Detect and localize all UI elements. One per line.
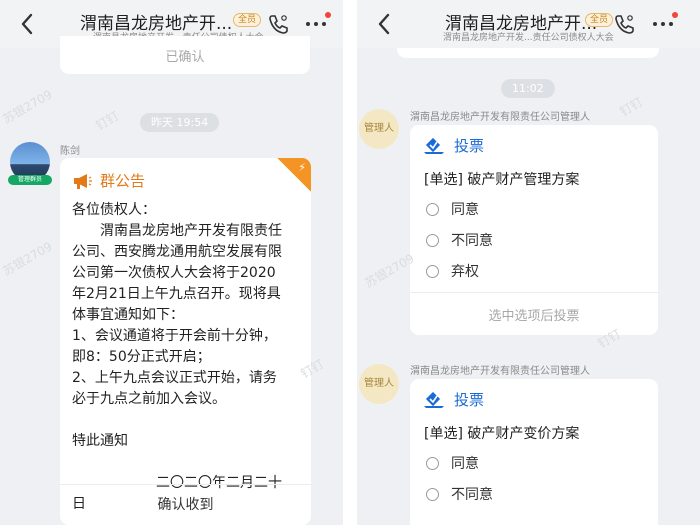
vote-title: 投票 xyxy=(454,391,485,409)
vote-submit-hint[interactable]: 选中选项后投票 xyxy=(410,305,658,324)
more-options-icon[interactable] xyxy=(653,12,678,30)
confirmed-status: 已确认 xyxy=(165,50,205,65)
vote-option[interactable]: 同意 xyxy=(426,199,479,219)
phone-settings-icon[interactable] xyxy=(267,13,289,35)
vote-option-label: 不同意 xyxy=(451,233,493,249)
announcement-line: 公司第一次债权人大会将于2020 xyxy=(72,265,276,281)
vote-option-label: 不同意 xyxy=(451,487,493,503)
announcement-divider xyxy=(60,484,311,485)
vote-option[interactable]: 弃权 xyxy=(426,261,479,281)
chat-header: 渭南昌龙房地产开... 全员 渭南昌龙房地产开发...责任公司债权人大会 xyxy=(357,0,700,48)
manager-avatar[interactable]: 管理人 xyxy=(359,109,399,149)
left-chat-panel: 渭南昌龙房地产开... 全员 渭南昌龙房地产开发...责任公司债权人大会 已确认… xyxy=(0,0,343,525)
vote-card[interactable]: 投票 [单选] 破产财产管理方案 同意 不同意 弃权 选中选项后投票 xyxy=(410,125,658,335)
vote-divider xyxy=(410,292,658,293)
announcement-line: 公司、西安腾龙通用航空发展有限 xyxy=(72,244,282,260)
watermark-text: 钉钉 xyxy=(617,94,646,119)
announcement-line: 年2月21日上午九点召开。现将具 xyxy=(72,286,281,302)
sender-name: 陈剑 xyxy=(60,146,80,157)
announcement-card[interactable]: ⚡ 群公告 各位债权人： 渭南昌龙房地产开发有限责任 公司、西安腾龙通用航空发展… xyxy=(60,158,311,525)
watermark-text: 苏银2709 xyxy=(0,239,55,279)
announcement-body: 各位债权人： 渭南昌龙房地产开发有限责任 公司、西安腾龙通用航空发展有限 公司第… xyxy=(72,200,304,515)
vote-option-label: 同意 xyxy=(451,456,479,472)
timestamp-pill: 昨天 19:54 xyxy=(140,113,220,132)
confirm-receipt-button[interactable]: 确认收到 xyxy=(60,494,311,514)
announcement-line: 特此通知 xyxy=(72,433,128,449)
announcement-line: 即8：50分正式开启； xyxy=(72,349,211,365)
more-options-icon[interactable] xyxy=(306,12,331,30)
vote-question: [单选] 破产财产变价方案 xyxy=(424,426,580,442)
radio-button[interactable] xyxy=(426,487,439,501)
vote-card[interactable]: 投票 [单选] 破产财产变价方案 同意 不同意 xyxy=(410,379,658,525)
radio-button[interactable] xyxy=(426,456,439,470)
vote-header: 投票 xyxy=(424,389,484,410)
right-chat-panel: 渭南昌龙房地产开... 全员 渭南昌龙房地产开发...责任公司债权人大会 11:… xyxy=(357,0,700,525)
announcement-line: 2、上午九点会议正式开始，请务 xyxy=(72,370,277,386)
manager-role-tag: 管理群员 xyxy=(8,175,52,185)
vote-header: 投票 xyxy=(424,135,484,156)
vote-option[interactable]: 不同意 xyxy=(426,484,493,504)
watermark-text: 钉钉 xyxy=(93,108,122,133)
radio-button[interactable] xyxy=(426,233,439,247)
announcement-line: 各位债权人： xyxy=(72,202,156,218)
vote-option[interactable]: 不同意 xyxy=(426,230,493,250)
previous-message-card xyxy=(397,48,659,58)
sender-name: 渭南昌龙房地产开发有限责任公司管理人 xyxy=(410,112,590,123)
vote-check-icon xyxy=(424,391,444,408)
vote-option-label: 同意 xyxy=(451,202,479,218)
all-members-badge: 全员 xyxy=(233,13,262,27)
watermark-text: 苏银2709 xyxy=(0,87,55,127)
manager-avatar[interactable]: 管理人 xyxy=(359,364,399,404)
announcement-line: 1、会议通道将于开会前十分钟， xyxy=(72,328,277,344)
lightning-icon: ⚡ xyxy=(298,161,306,174)
chat-subtitle: 渭南昌龙房地产开发...责任公司债权人大会 xyxy=(443,33,614,43)
sender-name: 渭南昌龙房地产开发有限责任公司管理人 xyxy=(410,366,590,377)
announcement-corner-flag: ⚡ xyxy=(277,158,311,192)
megaphone-icon xyxy=(74,173,92,189)
announcement-line: 体事宜通知如下： xyxy=(72,307,184,323)
announcement-line xyxy=(72,452,304,473)
timestamp-pill: 11:02 xyxy=(501,79,555,98)
announcement-line: 渭南昌龙房地产开发有限责任 xyxy=(72,223,282,239)
back-arrow-icon[interactable] xyxy=(373,10,395,38)
announcement-title: 群公告 xyxy=(100,172,146,190)
back-arrow-icon[interactable] xyxy=(16,10,38,38)
announcement-line xyxy=(72,410,304,431)
vote-title: 投票 xyxy=(454,137,485,155)
previous-message-card: 已确认 xyxy=(60,36,310,74)
announcement-line: 必于九点之前加入会议。 xyxy=(72,391,226,407)
vote-option-label: 弃权 xyxy=(451,264,479,280)
radio-button[interactable] xyxy=(426,264,439,278)
all-members-badge: 全员 xyxy=(585,13,614,27)
watermark-text: 苏银2709 xyxy=(362,251,417,291)
radio-button[interactable] xyxy=(426,202,439,216)
announcement-header: 群公告 xyxy=(72,170,145,191)
vote-option[interactable]: 同意 xyxy=(426,453,479,473)
phone-settings-icon[interactable] xyxy=(613,13,635,35)
vote-question: [单选] 破产财产管理方案 xyxy=(424,172,580,188)
vote-check-icon xyxy=(424,137,444,154)
